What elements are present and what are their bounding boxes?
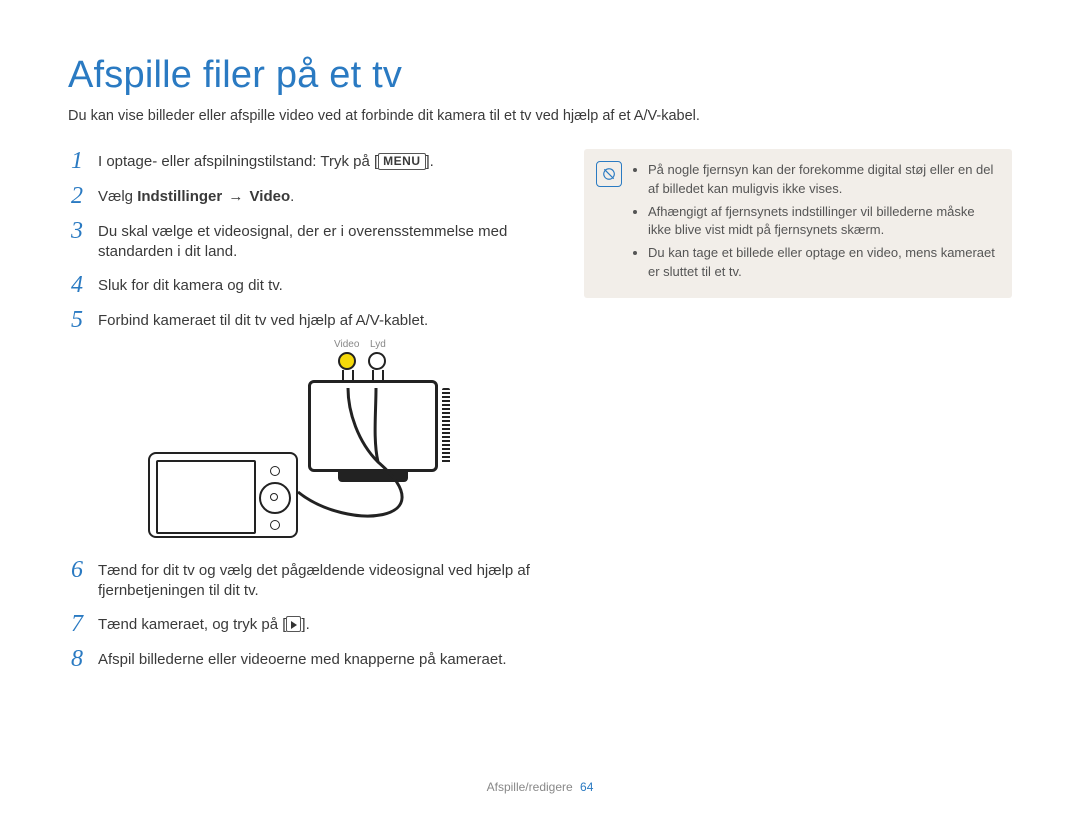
step-text: Tænd kameraet, og tryk på [ [98, 616, 286, 633]
illustration-wrap: Video Lyd [98, 343, 478, 548]
manual-page: Afspille filer på et tv Du kan vise bill… [0, 0, 1080, 815]
step-body: I optage- eller afspilningstilstand: Try… [98, 149, 434, 174]
step-8: 8 Afspil billederne eller videoerne med … [68, 647, 556, 672]
footer-section: Afspille/redigere [487, 780, 573, 794]
note-item: Afhængigt af fjernsynets indstillinger v… [648, 203, 998, 241]
rca-label-video: Video [334, 338, 359, 352]
note-item: Du kan tage et billede eller optage en v… [648, 244, 998, 282]
arrow-icon: → [224, 188, 247, 205]
step-body: Forbind kameraet til dit tv ved hjælp af… [98, 308, 428, 333]
note-box: På nogle fjernsyn kan der forekomme digi… [584, 149, 1012, 298]
play-icon [291, 621, 297, 629]
rca-label-audio: Lyd [370, 338, 386, 352]
step-body: Tænd for dit tv og vælg det pågældende v… [98, 558, 556, 602]
step-6: 6 Tænd for dit tv og vælg det pågældende… [68, 558, 556, 602]
step-7: 7 Tænd kameraet, og tryk på []. [68, 612, 556, 637]
step-text: . [290, 188, 294, 205]
step-5: 5 Forbind kameraet til dit tv ved hjælp … [68, 308, 556, 333]
footer-page-number: 64 [580, 780, 593, 794]
step-number: 6 [68, 558, 86, 602]
av-cable-icon [148, 352, 478, 542]
playback-button-token [286, 616, 301, 632]
illustration-row: Video Lyd [68, 343, 556, 548]
step-list: 1 I optage- eller afspilningstilstand: T… [68, 149, 556, 672]
step-body: Afspil billederne eller videoerne med kn… [98, 647, 507, 672]
step-2: 2 Vælg Indstillinger → Video. [68, 184, 556, 209]
step-body: Sluk for dit kamera og dit tv. [98, 273, 283, 298]
note-icon [596, 161, 622, 187]
step-text: ]. [426, 153, 434, 170]
note-list: På nogle fjernsyn kan der forekomme digi… [634, 161, 998, 282]
page-title: Afspille filer på et tv [68, 50, 1012, 101]
step-number: 4 [68, 273, 86, 298]
step-bold: Video [250, 188, 291, 205]
step-text: I optage- eller afspilningstilstand: Try… [98, 153, 378, 170]
step-body: Tænd kameraet, og tryk på []. [98, 612, 310, 637]
step-bold: Indstillinger [137, 188, 222, 205]
step-number: 7 [68, 612, 86, 637]
step-body: Vælg Indstillinger → Video. [98, 184, 294, 209]
step-number: 8 [68, 647, 86, 672]
step-3: 3 Du skal vælge et videosignal, der er i… [68, 219, 556, 263]
step-body: Du skal vælge et videosignal, der er i o… [98, 219, 556, 263]
note-item: På nogle fjernsyn kan der forekomme digi… [648, 161, 998, 199]
step-number: 3 [68, 219, 86, 263]
step-number: 1 [68, 149, 86, 174]
step-number: 5 [68, 308, 86, 333]
intro-text: Du kan vise billeder eller afspille vide… [68, 107, 1012, 127]
av-connection-illustration: Video Lyd [148, 352, 478, 542]
step-number-empty [68, 343, 86, 548]
step-text: Vælg [98, 188, 137, 205]
step-1: 1 I optage- eller afspilningstilstand: T… [68, 149, 556, 174]
step-text: ]. [301, 616, 309, 633]
page-footer: Afspille/redigere 64 [0, 779, 1080, 795]
menu-button-token: MENU [378, 153, 425, 170]
left-column: 1 I optage- eller afspilningstilstand: T… [68, 149, 556, 682]
content-columns: 1 I optage- eller afspilningstilstand: T… [68, 149, 1012, 682]
right-column: På nogle fjernsyn kan der forekomme digi… [584, 149, 1012, 682]
step-4: 4 Sluk for dit kamera og dit tv. [68, 273, 556, 298]
step-number: 2 [68, 184, 86, 209]
